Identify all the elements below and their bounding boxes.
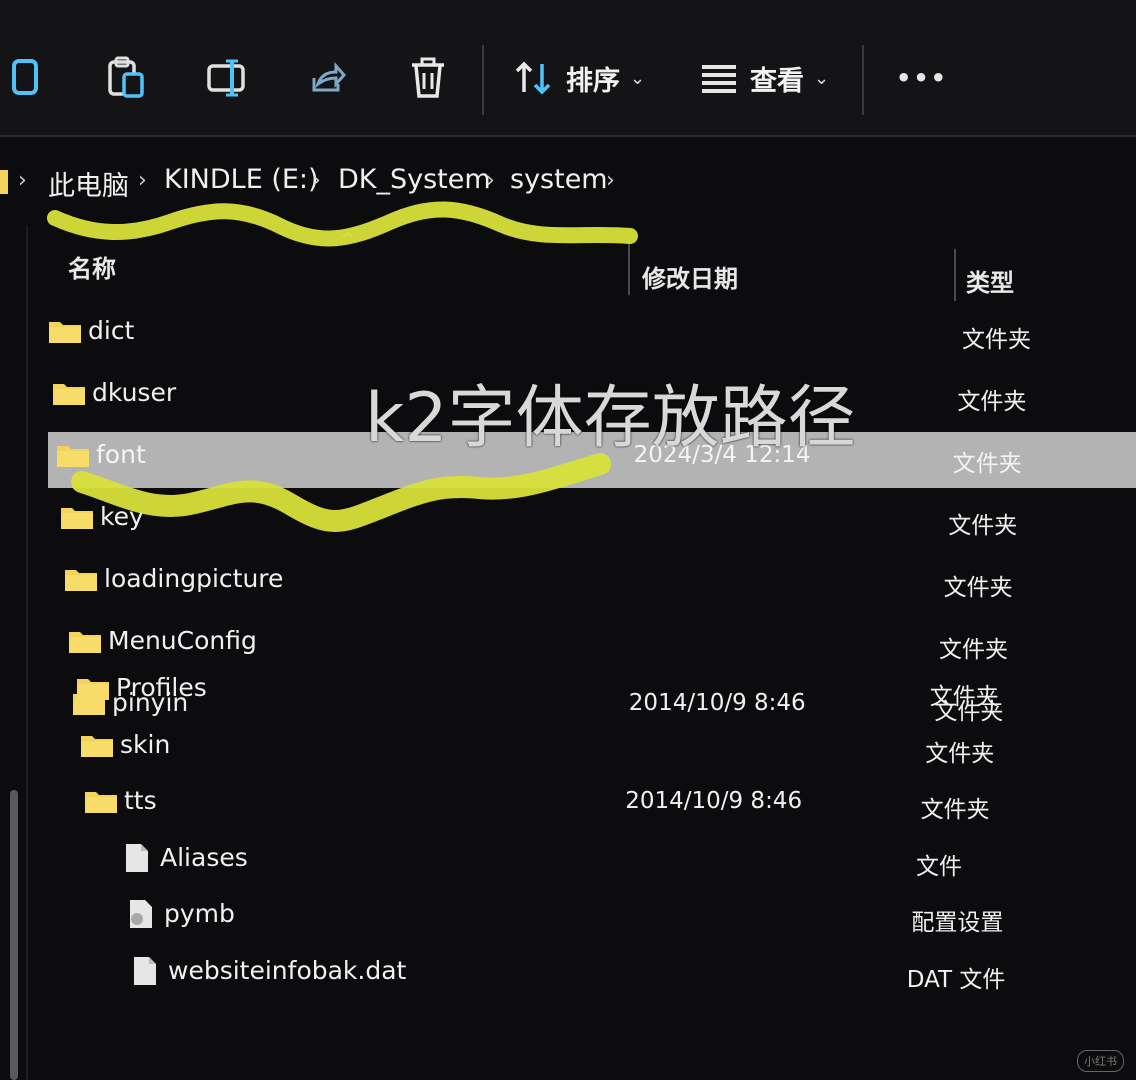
- file-row[interactable]: Profiles 文件夹: [0, 663, 1136, 717]
- file-name: pymb: [164, 899, 235, 928]
- folder-icon: [84, 788, 118, 818]
- file-type: 文件夹: [920, 797, 990, 823]
- file-type: 配置设置: [911, 910, 1004, 936]
- file-row[interactable]: skin 文件夹: [0, 720, 1136, 774]
- file-type: 文件夹: [962, 327, 1031, 353]
- file-row[interactable]: websiteinfobak.dat DAT 文件: [0, 946, 1136, 1000]
- file-icon: [132, 956, 158, 990]
- file-type: 文件夹: [943, 575, 1013, 601]
- file-icon: [124, 843, 150, 877]
- folder-icon: [80, 732, 114, 762]
- file-name: MenuConfig: [108, 626, 257, 655]
- file-name: skin: [120, 729, 171, 759]
- folder-icon: [68, 628, 102, 658]
- file-name: websiteinfobak.dat: [168, 955, 407, 985]
- file-type: DAT 文件: [906, 966, 1006, 993]
- file-name: key: [100, 502, 144, 531]
- file-row[interactable]: tts 2014/10/9 8:46 文件夹: [0, 776, 1136, 830]
- file-row[interactable]: dict 文件夹: [0, 306, 1136, 360]
- file-name: Aliases: [160, 842, 248, 872]
- file-type: 文件夹: [929, 684, 999, 710]
- file-row[interactable]: loadingpicture 文件夹: [0, 554, 1136, 608]
- file-list: dict 文件夹 dkuser 文件夹 font 2024/3/4 12:14 文件夹 key…: [0, 0, 1136, 1080]
- folder-icon: [48, 318, 82, 348]
- folder-icon: [56, 442, 90, 472]
- overlay-caption: k2字体存放路径: [365, 379, 856, 458]
- file-row[interactable]: MenuConfig 文件夹: [0, 616, 1136, 670]
- file-name: loadingpicture: [104, 564, 284, 593]
- file-name: Profiles: [116, 673, 207, 702]
- file-row[interactable]: pymb 配置设置: [0, 889, 1136, 943]
- folder-icon: [60, 504, 94, 534]
- file-row[interactable]: key 文件夹: [0, 492, 1136, 546]
- file-name: dkuser: [92, 378, 177, 407]
- file-type: 文件夹: [925, 740, 995, 767]
- file-type: 文件: [916, 853, 962, 880]
- folder-icon: [52, 380, 86, 410]
- file-type: 文件夹: [957, 389, 1027, 415]
- settings-file-icon: [128, 899, 154, 933]
- watermark: 小红书: [1077, 1050, 1124, 1072]
- file-name: font: [96, 440, 146, 469]
- file-modified-date: 2014/10/9 8:46: [625, 788, 803, 814]
- file-type: 文件夹: [952, 451, 1022, 477]
- file-row[interactable]: Aliases 文件: [0, 833, 1136, 887]
- file-name: dict: [88, 316, 135, 345]
- file-name: tts: [124, 786, 157, 815]
- folder-icon: [76, 675, 110, 705]
- file-type: 文件夹: [948, 513, 1018, 539]
- file-type: 文件夹: [939, 637, 1008, 663]
- folder-icon: [64, 566, 98, 596]
